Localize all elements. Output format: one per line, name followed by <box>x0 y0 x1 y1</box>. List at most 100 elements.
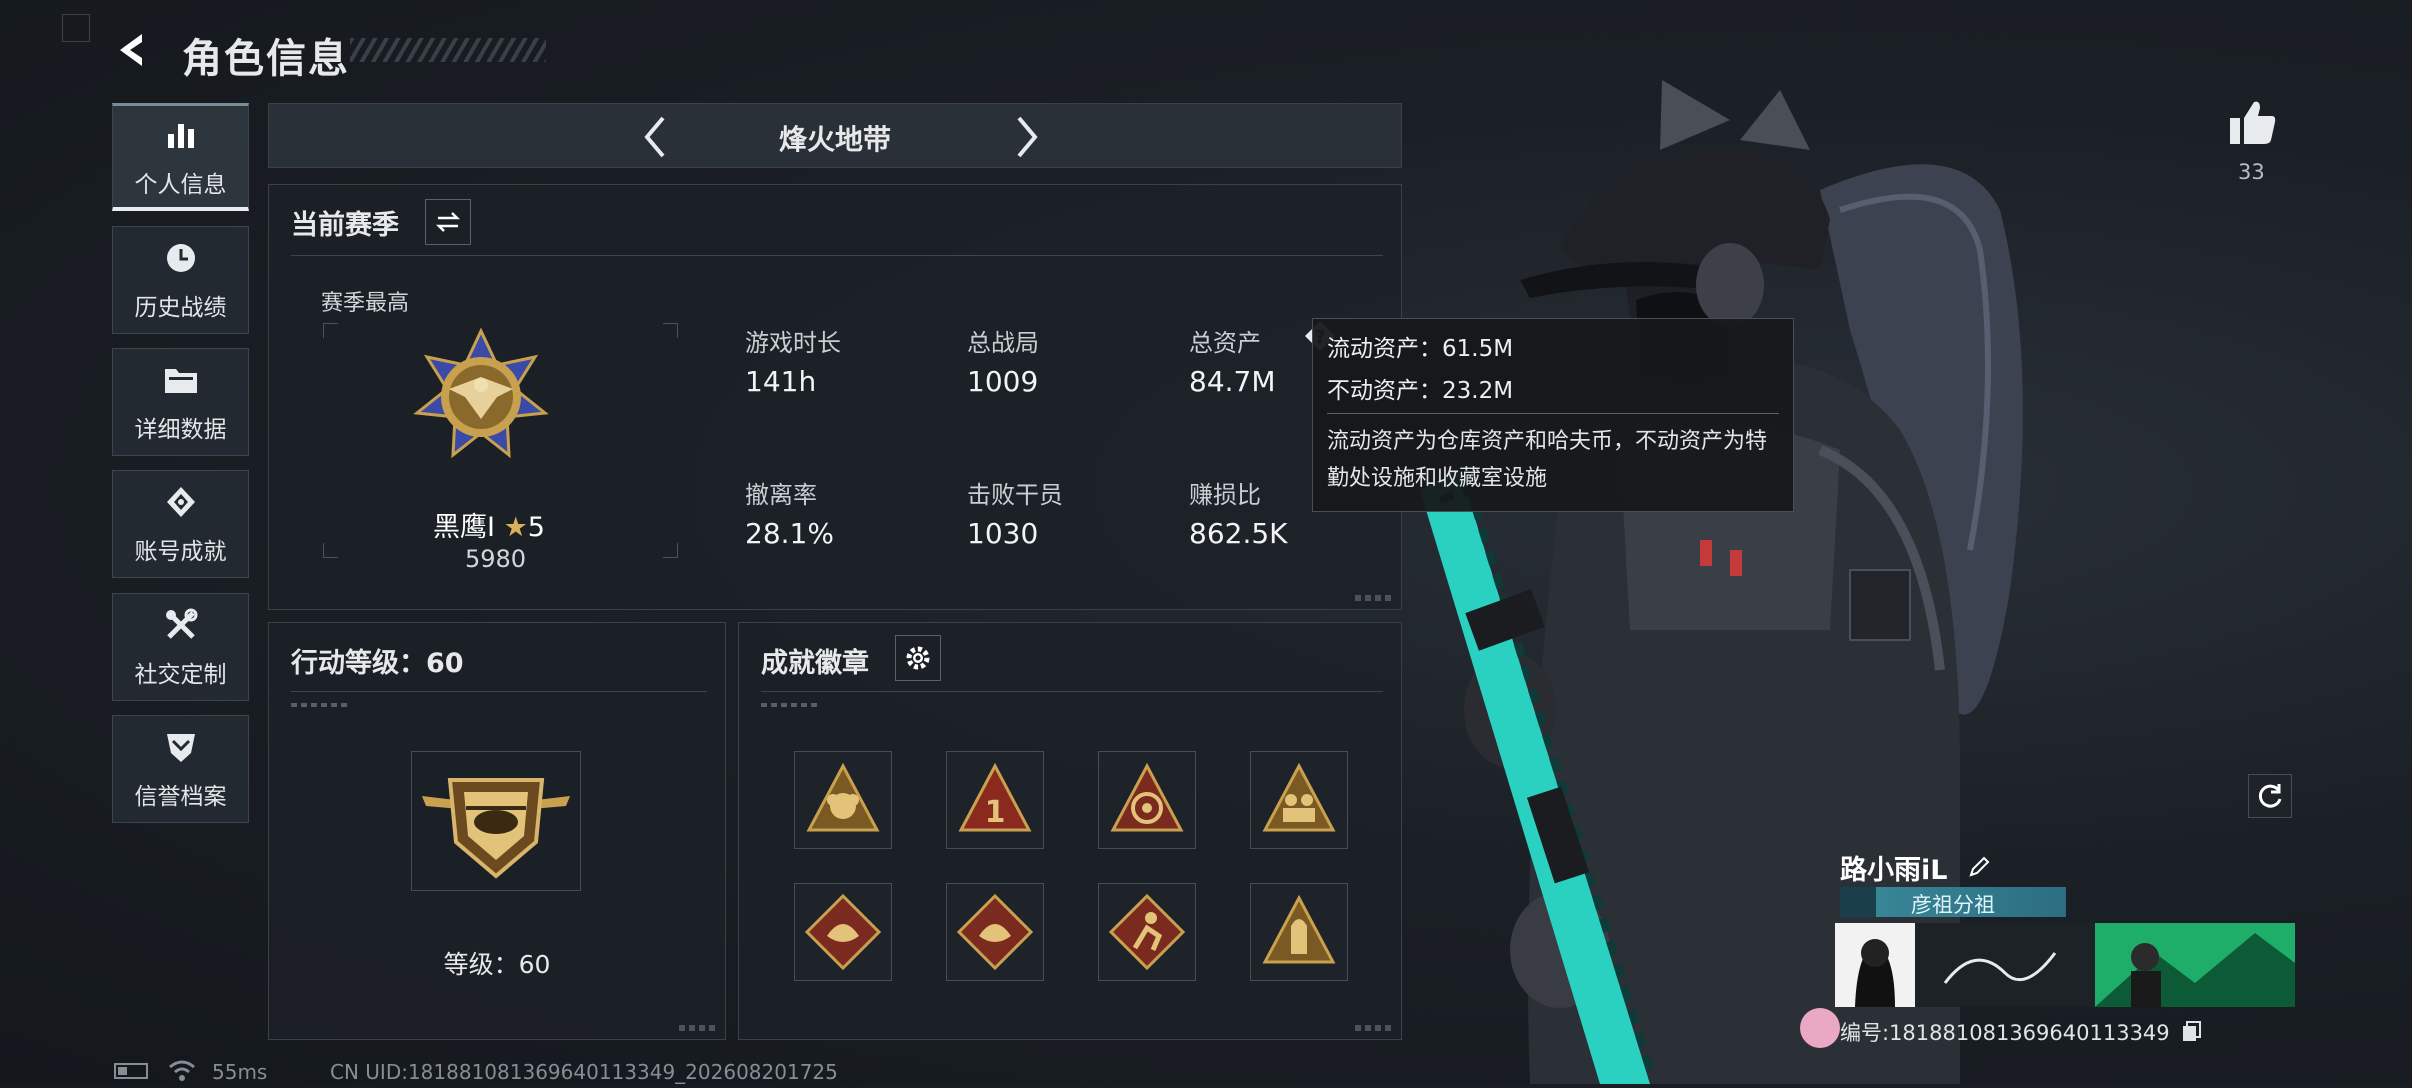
title-decoration <box>350 38 546 62</box>
divider <box>1327 413 1779 414</box>
stat-label: 总资产 <box>1189 329 1261 357</box>
sidebar-item-label: 信誉档案 <box>134 784 227 810</box>
swap-arrows-icon <box>435 212 461 232</box>
rank-name-text: 黑鹰I <box>433 512 495 543</box>
folder-icon <box>161 360 201 400</box>
badge-first-place-icon: 1 <box>958 762 1032 832</box>
dash-decoration <box>291 703 351 707</box>
season-panel: 当前赛季 赛季最高 黑鹰I ★5 5980 游戏时长 141h 总战局 1009… <box>268 184 1402 610</box>
refresh-icon <box>2258 784 2282 808</box>
ping-text: 55ms <box>212 1060 268 1084</box>
level-text: 等级：60 <box>443 950 551 979</box>
sidebar-item-label: 账号成就 <box>134 539 227 565</box>
badge-slot[interactable] <box>1098 751 1196 849</box>
action-level-title: 行动等级：60 <box>291 648 464 679</box>
switch-season-button[interactable] <box>425 199 471 245</box>
battery-icon <box>114 1063 148 1079</box>
divider <box>761 691 1383 692</box>
player-uid-text: 编号:1818810813696401133​49 <box>1840 1021 2170 1045</box>
frame-corner <box>323 543 338 558</box>
page-title: 角色信息 <box>182 36 350 82</box>
season-peak-label: 赛季最高 <box>321 291 410 316</box>
frame-corner <box>323 323 338 338</box>
stat-label: 击败干员 <box>967 481 1063 509</box>
badge-target-icon <box>1110 762 1184 832</box>
star-icon: ★ <box>503 512 528 543</box>
history-clock-icon <box>161 238 201 278</box>
rank-name: 黑鹰I ★5 <box>433 505 545 544</box>
footer-uid: CN UID:181881081369640113349_20260820172… <box>330 1060 838 1084</box>
assets-tooltip: 流动资产：61.5M 不动资产：23.2M 流动资产为仓库资产和哈夫币，不动资产… <box>1312 318 1794 512</box>
rank-medal-icon <box>409 327 553 467</box>
sidebar-item-social-custom[interactable]: 社交定制 <box>112 593 249 701</box>
stat-label: 游戏时长 <box>745 329 841 357</box>
stat-value: 862.5K <box>1189 517 1288 550</box>
back-arrow-icon[interactable] <box>112 28 156 72</box>
sidebar-item-label: 个人信息 <box>134 171 227 198</box>
tooltip-liquid-assets: 流动资产：61.5M <box>1327 336 1514 362</box>
panel-decoration <box>679 1025 715 1031</box>
sidebar-item-detailed-data[interactable]: 详细数据 <box>112 348 249 456</box>
frame-corner <box>663 323 678 338</box>
frame-corner <box>663 543 678 558</box>
sidebar-item-label: 社交定制 <box>134 662 227 688</box>
stat-value: 1009 <box>967 365 1039 398</box>
sidebar-item-personal-info[interactable]: 个人信息 <box>112 103 249 211</box>
wifi-icon <box>168 1058 196 1082</box>
stat-value: 141h <box>745 365 817 398</box>
stat-label: 总战局 <box>967 329 1039 357</box>
copy-icon[interactable] <box>2182 1020 2202 1048</box>
badge-slot[interactable]: 1 <box>946 751 1044 849</box>
panel-decoration <box>1355 1025 1391 1031</box>
sidebar-item-achievements[interactable]: 账号成就 <box>112 470 249 578</box>
badge-slot[interactable] <box>1098 883 1196 981</box>
like-count: 33 <box>2238 160 2265 184</box>
badge-slot[interactable] <box>946 883 1044 981</box>
badge-bullet-icon <box>1262 894 1336 964</box>
sidebar-item-label: 历史战绩 <box>134 295 227 321</box>
badge-dragon-icon <box>804 893 882 971</box>
avatar[interactable] <box>1800 1008 1840 1048</box>
badge-runner-icon <box>1108 893 1186 971</box>
badge-settings-button[interactable] <box>895 635 941 681</box>
bar-chart-icon <box>161 115 201 155</box>
clan-name: 彦祖分祖 <box>1911 893 1995 917</box>
sidebar-item-credit-record[interactable]: 信誉档案 <box>112 715 249 823</box>
mode-selector: 烽火地带 <box>268 103 1402 168</box>
rotate-model-button[interactable] <box>2248 774 2292 818</box>
dash-decoration <box>761 703 821 707</box>
mode-name: 烽火地带 <box>778 123 891 156</box>
tools-icon <box>161 605 201 645</box>
next-mode-button[interactable] <box>1001 112 1051 162</box>
sidebar-item-label: 详细数据 <box>134 417 227 443</box>
player-name-text: 路小雨iL <box>1840 855 1948 886</box>
stat-value: 84.7M <box>1189 365 1276 398</box>
sidebar-item-history[interactable]: 历史战绩 <box>112 226 249 334</box>
divider <box>291 691 707 692</box>
badges-panel: 成就徽章 1 <box>738 622 1402 1040</box>
level-emblem-frame <box>411 751 581 891</box>
badge-explosion-icon <box>806 762 880 832</box>
shield-chevron-icon <box>161 727 201 767</box>
badge-dragon-icon <box>956 893 1034 971</box>
divider <box>291 255 1383 256</box>
player-uid: 编号:1818810813696401133​49 <box>1840 1017 2202 1048</box>
chevron-right-icon <box>1017 116 1038 158</box>
rank-stars: 5 <box>527 512 545 543</box>
edit-pencil-icon[interactable] <box>1967 855 1991 886</box>
profile-banner[interactable] <box>1835 923 2295 1007</box>
clan-bar[interactable]: 彦祖分祖 <box>1840 887 2066 917</box>
badge-slot[interactable] <box>794 883 892 981</box>
player-name: 路小雨iL <box>1840 848 1991 887</box>
season-title: 当前赛季 <box>291 210 399 241</box>
badge-slot[interactable] <box>1250 751 1348 849</box>
thumbs-up-icon[interactable] <box>2228 98 2278 146</box>
tooltip-fixed-assets: 不动资产：23.2M <box>1327 378 1514 404</box>
badge-slot[interactable] <box>794 751 892 849</box>
badge-slot[interactable] <box>1250 883 1348 981</box>
badges-title: 成就徽章 <box>761 648 869 679</box>
badge-squad-icon <box>1262 762 1336 832</box>
gear-icon <box>906 646 930 670</box>
svg-text:1: 1 <box>985 795 1006 830</box>
tooltip-description: 流动资产为仓库资产和哈夫币，不动资产为特勤处设施和收藏室设施 <box>1327 429 1768 491</box>
